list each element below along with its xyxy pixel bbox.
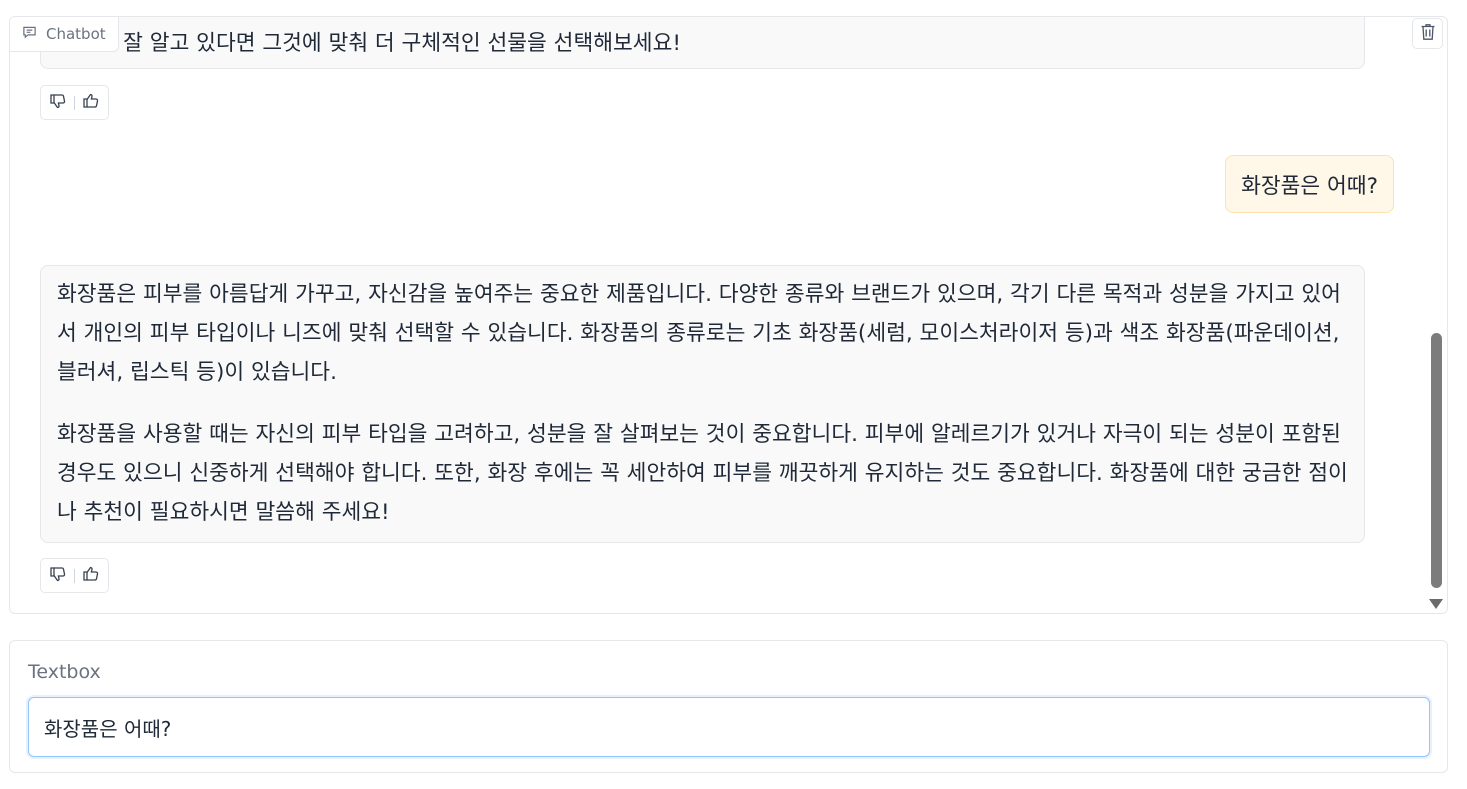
textbox-label: Textbox (28, 661, 101, 683)
chat-scrollbar-thumb[interactable] (1431, 333, 1442, 588)
bot-message-paragraph: 화장품을 사용할 때는 자신의 피부 타입을 고려하고, 성분을 잘 살펴보는 … (57, 422, 1348, 525)
bot-message-paragraph: 취향을 잘 알고 있다면 그것에 맞춰 더 구체적인 선물을 선택해보세요! (57, 31, 681, 56)
chatbot-label: Chatbot (10, 17, 119, 52)
chatbot-label-text: Chatbot (46, 25, 106, 43)
thumbs-up-icon[interactable] (82, 92, 100, 114)
chatbot-panel: Chatbot 취향을 잘 알고 있다면 그것에 맞춰 더 구체적인 선물을 선… (9, 16, 1448, 614)
clear-chat-button[interactable] (1412, 18, 1443, 49)
bot-message: 화장품은 피부를 아름답게 가꾸고, 자신감을 높여주는 중요한 제품입니다. … (40, 265, 1365, 543)
scroll-down-arrow-icon[interactable] (1429, 599, 1443, 609)
trash-icon (1420, 23, 1436, 45)
message-feedback (40, 558, 109, 593)
feedback-divider (74, 95, 75, 110)
feedback-divider (74, 568, 75, 583)
thumbs-down-icon[interactable] (49, 565, 67, 587)
message-feedback (40, 85, 109, 120)
textbox-panel: Textbox (9, 640, 1448, 773)
chat-bubble-icon (22, 25, 37, 44)
thumbs-up-icon[interactable] (82, 565, 100, 587)
thumbs-down-icon[interactable] (49, 92, 67, 114)
user-message: 화장품은 어때? (1225, 155, 1394, 213)
bot-message: 취향을 잘 알고 있다면 그것에 맞춰 더 구체적인 선물을 선택해보세요! (40, 17, 1365, 69)
message-input[interactable] (28, 697, 1430, 757)
bot-message-paragraph: 화장품은 피부를 아름답게 가꾸고, 자신감을 높여주는 중요한 제품입니다. … (57, 282, 1341, 385)
user-message-text: 화장품은 어때? (1241, 173, 1378, 199)
